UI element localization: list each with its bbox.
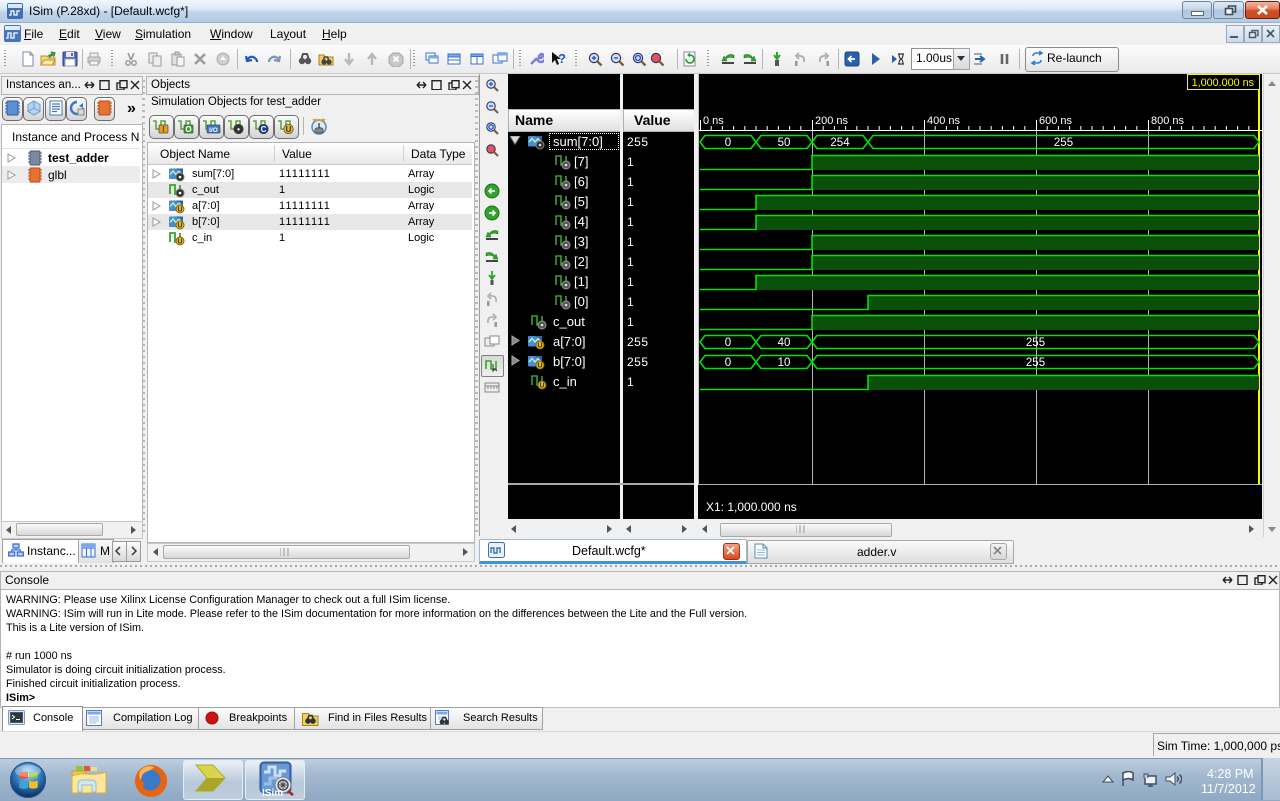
svg-text:400 ns: 400 ns	[927, 115, 961, 127]
svg-text:U: U	[177, 239, 182, 246]
svg-text:I/O: I/O	[209, 127, 218, 134]
svg-text:U: U	[286, 125, 292, 134]
svg-text:0: 0	[725, 357, 731, 369]
svg-text:U: U	[177, 207, 182, 214]
svg-text:50: 50	[778, 137, 791, 149]
svg-text:U: U	[537, 343, 542, 350]
svg-text:0: 0	[725, 137, 731, 149]
svg-text:ISim: ISim	[262, 788, 283, 798]
svg-text:255: 255	[1054, 137, 1073, 149]
svg-text:255: 255	[1026, 337, 1045, 349]
svg-text:255: 255	[1026, 357, 1045, 369]
svg-text:10: 10	[778, 357, 791, 369]
svg-text:?: ?	[558, 51, 566, 66]
svg-text:800 ns: 800 ns	[1151, 115, 1185, 127]
svg-text:C: C	[261, 125, 267, 134]
svg-text:U: U	[537, 363, 542, 370]
svg-text:40: 40	[778, 337, 791, 349]
svg-text:•: •	[237, 125, 240, 134]
svg-text:0 ns: 0 ns	[703, 115, 724, 127]
svg-text:O: O	[185, 125, 191, 134]
svg-text:I: I	[162, 125, 164, 134]
svg-text:U: U	[539, 383, 544, 390]
svg-text:200 ns: 200 ns	[815, 115, 849, 127]
svg-text:600 ns: 600 ns	[1039, 115, 1073, 127]
svg-text:1,000.000 ns: 1,000.000 ns	[1192, 77, 1255, 89]
svg-text:U: U	[177, 223, 182, 230]
svg-text:0: 0	[725, 337, 731, 349]
svg-text:X1: 1,000.000 ns: X1: 1,000.000 ns	[706, 500, 797, 514]
svg-text:254: 254	[830, 137, 850, 149]
